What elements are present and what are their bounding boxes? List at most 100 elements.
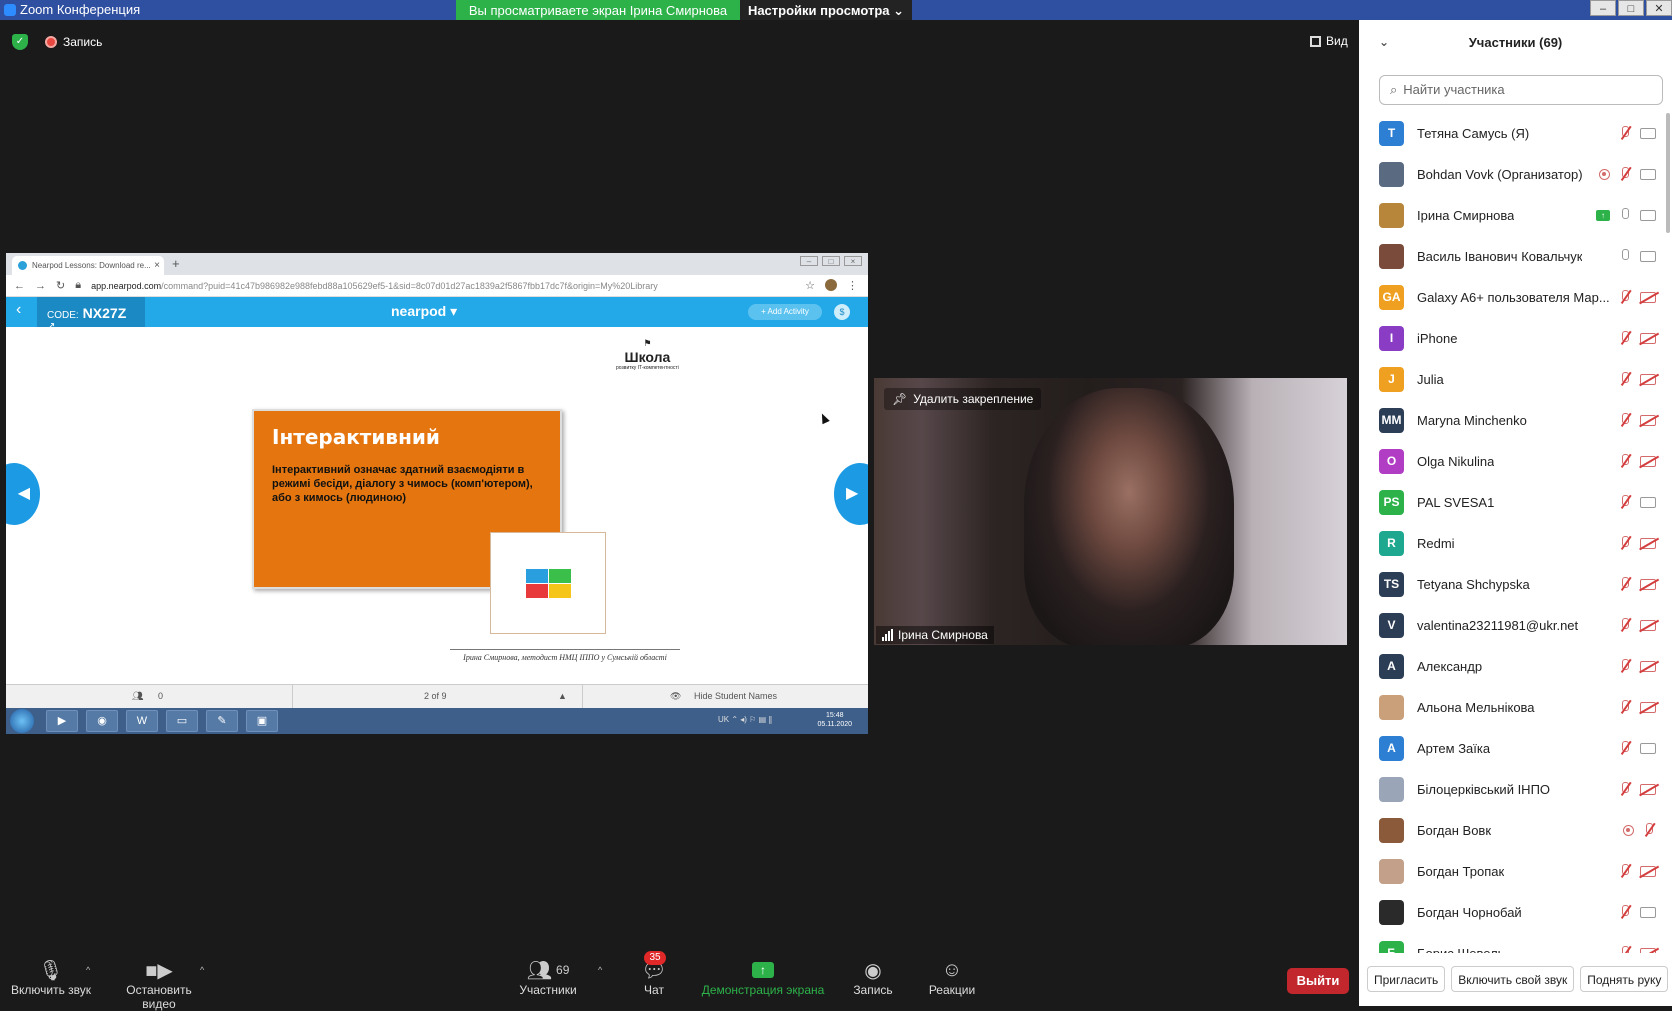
- pinned-video-tile[interactable]: 📌︎ Удалить закрепление Ірина Смирнова: [874, 378, 1347, 645]
- record-button[interactable]: ◉ Запись: [848, 957, 898, 998]
- word-icon[interactable]: W: [126, 710, 158, 732]
- window-title: Zoom Конференция: [4, 2, 140, 17]
- folder-icon[interactable]: ▭: [166, 710, 198, 732]
- new-tab-button[interactable]: +: [172, 256, 180, 271]
- nearpod-logo[interactable]: nearpod ▾: [391, 303, 457, 320]
- participant-row[interactable]: TS Tetyana Shchypska: [1359, 564, 1672, 605]
- participant-row[interactable]: IiPhone: [1359, 318, 1672, 359]
- reactions-button[interactable]: ☺ Реакции: [924, 957, 980, 998]
- media-player-icon[interactable]: ▶: [46, 710, 78, 732]
- invite-button[interactable]: Пригласить: [1367, 966, 1446, 992]
- profile-avatar[interactable]: [825, 279, 837, 291]
- participant-row[interactable]: Б Борис Шевель: [1359, 933, 1672, 953]
- close-tab-icon[interactable]: ×: [154, 260, 160, 271]
- minimize-button[interactable]: –: [1590, 0, 1616, 16]
- participant-row[interactable]: Альона Мельнікова: [1359, 687, 1672, 728]
- stop-video-button[interactable]: ■▶ Остановить видео ^: [108, 957, 210, 1011]
- zoom-logo-icon: [4, 3, 16, 16]
- browser-maximize-button[interactable]: □: [822, 256, 840, 266]
- participant-row[interactable]: MM Maryna Minchenko: [1359, 400, 1672, 441]
- participant-row[interactable]: PS PAL SVESA1: [1359, 482, 1672, 523]
- chat-button[interactable]: 💬︎ 35 Чат: [634, 951, 674, 997]
- address-bar[interactable]: ← → ↻ 🔒︎ app.nearpod.com/command?puid=41…: [6, 275, 868, 297]
- participant-list-scrollbar[interactable]: [1666, 113, 1670, 233]
- participant-search-input[interactable]: ⌕ Найти участника: [1379, 75, 1663, 105]
- video-off-icon: [1640, 455, 1656, 467]
- system-tray: UK ⌃ ◂) ⚐ ▤ ∥: [718, 715, 773, 724]
- participant-row[interactable]: O Olga Nikulina: [1359, 441, 1672, 482]
- video-off-icon: [1640, 332, 1656, 344]
- participants-button[interactable]: 👥︎ 69 Участники ^: [516, 957, 602, 998]
- shield-icon[interactable]: ✓: [12, 34, 28, 50]
- participant-row[interactable]: Богдан Чорнобай: [1359, 892, 1672, 933]
- close-window-button[interactable]: ✕: [1646, 0, 1672, 16]
- participant-row[interactable]: Ірина Смирнова ↑: [1359, 195, 1672, 236]
- participant-row[interactable]: J Julia: [1359, 359, 1672, 400]
- collapse-chevron-icon[interactable]: ⌄: [1379, 20, 1389, 65]
- participant-row[interactable]: Vvalentina23211981@ukr.net: [1359, 605, 1672, 646]
- browser-minimize-button[interactable]: –: [800, 256, 818, 266]
- forward-arrow-icon[interactable]: →: [35, 280, 46, 292]
- participant-row[interactable]: Білоцерківський ІНПО: [1359, 769, 1672, 810]
- unpin-button[interactable]: 📌︎ Удалить закрепление: [884, 388, 1042, 410]
- add-activity-button[interactable]: + Add Activity: [748, 304, 822, 320]
- lock-icon: 🔒︎: [75, 279, 82, 291]
- presentation-slide: ⚑ Школа розвитку IT-компетентності Інтерак…: [6, 327, 868, 684]
- muted-mic-icon: [1618, 290, 1632, 304]
- view-options-dropdown[interactable]: Настройки просмотра ⌄: [740, 0, 912, 22]
- video-off-icon: [1640, 373, 1656, 385]
- clock-time: 15:48: [825, 712, 844, 719]
- recording-indicator[interactable]: Запись: [45, 35, 102, 49]
- audio-options-caret-icon[interactable]: ^: [86, 965, 90, 975]
- raise-hand-button[interactable]: Поднять руку: [1580, 966, 1669, 992]
- shared-screen[interactable]: Nearpod Lessons: Download re... × + – □ × ←…: [6, 253, 868, 734]
- video-off-icon: [1640, 865, 1656, 877]
- participant-name: iPhone: [1417, 331, 1458, 346]
- next-slide-button[interactable]: ▶: [834, 463, 868, 525]
- video-off-icon: [1640, 619, 1656, 631]
- leave-meeting-button[interactable]: Выйти: [1287, 968, 1349, 994]
- participant-row[interactable]: А Александр: [1359, 646, 1672, 687]
- url-text[interactable]: app.nearpod.com/command?puid=41c47b98698…: [91, 281, 658, 291]
- video-off-icon: [1640, 578, 1656, 590]
- video-camera-icon: [1640, 250, 1656, 262]
- avatar: J: [1379, 367, 1404, 392]
- muted-mic-icon: [1618, 946, 1632, 953]
- nearpod-menu-icon[interactable]: $: [834, 304, 850, 320]
- view-button[interactable]: Вид: [1310, 34, 1348, 48]
- chrome-icon[interactable]: ◉: [86, 710, 118, 732]
- reload-icon[interactable]: ↻: [56, 279, 65, 292]
- windows-start-icon[interactable]: [10, 709, 34, 733]
- share-screen-button[interactable]: ↑ Демонстрация экрана: [700, 957, 826, 997]
- session-code[interactable]: CODE:NX27Z ↗: [37, 297, 145, 332]
- participant-row[interactable]: T Тетяна Самусь (Я): [1359, 113, 1672, 154]
- zoom-app-icon[interactable]: ▣: [246, 710, 278, 732]
- participant-status-icons: [1599, 167, 1656, 181]
- participant-status-icons: [1618, 454, 1656, 468]
- participant-row[interactable]: Богдан Тропак: [1359, 851, 1672, 892]
- participant-row[interactable]: А Артем Заїка: [1359, 728, 1672, 769]
- participants-options-caret-icon[interactable]: ^: [598, 965, 602, 975]
- participant-status-icons: [1618, 126, 1656, 140]
- back-arrow-icon[interactable]: ←: [14, 280, 25, 292]
- participant-row[interactable]: Bohdan Vovk (Организатор): [1359, 154, 1672, 195]
- paint-icon[interactable]: ✎: [206, 710, 238, 732]
- browser-close-button[interactable]: ×: [844, 256, 862, 266]
- video-options-caret-icon[interactable]: ^: [200, 965, 204, 975]
- unmute-button[interactable]: 🎙︎ Включить звук ^: [8, 957, 94, 998]
- participant-row[interactable]: GA Galaxy A6+ пользователя Мар...: [1359, 277, 1672, 318]
- participant-row[interactable]: Богдан Вовк: [1359, 810, 1672, 851]
- more-menu-icon[interactable]: ⋮: [847, 279, 858, 292]
- browser-tab[interactable]: Nearpod Lessons: Download re... ×: [12, 256, 164, 275]
- participant-row[interactable]: Василь Іванович Ковальчук: [1359, 236, 1672, 277]
- avatar: T: [1379, 121, 1404, 146]
- maximize-button[interactable]: □: [1618, 0, 1644, 16]
- unmute-myself-button[interactable]: Включить свой звук: [1451, 966, 1575, 992]
- nearpod-back-icon[interactable]: ‹: [16, 301, 21, 319]
- expand-up-icon[interactable]: ▲: [558, 691, 567, 701]
- avatar: O: [1379, 449, 1404, 474]
- previous-slide-button[interactable]: ◀: [6, 463, 40, 525]
- star-icon[interactable]: ☆: [805, 279, 815, 292]
- participant-row[interactable]: R Redmi: [1359, 523, 1672, 564]
- hide-student-names-button[interactable]: Hide Student Names: [694, 691, 777, 701]
